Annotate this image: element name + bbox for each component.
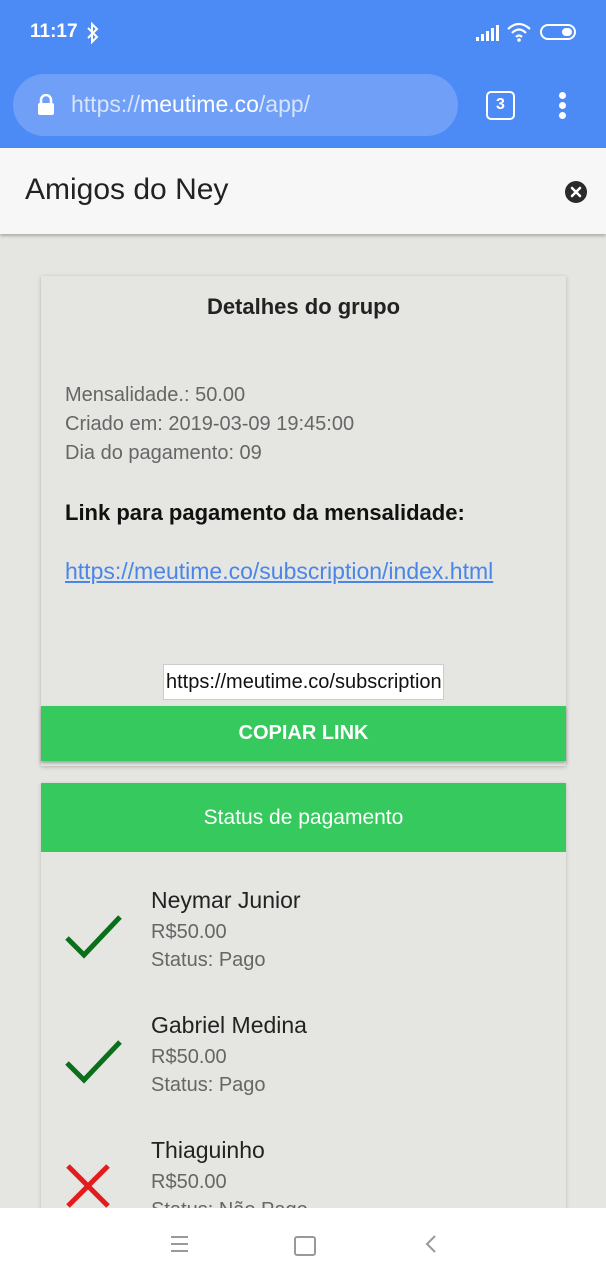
wifi-icon [507, 22, 531, 42]
group-details-card: Detalhes do grupo Mensalidade.: 50.00 Cr… [41, 276, 566, 766]
app-header: Amigos do Ney [0, 148, 606, 234]
bluetooth-icon [87, 22, 99, 44]
copy-link-button[interactable]: COPIAR LINK [41, 706, 566, 761]
status-time: 11:17 [30, 21, 78, 42]
member-name: Gabriel Medina [151, 1012, 307, 1038]
payment-status-header: Status de pagamento [41, 783, 566, 852]
close-icon[interactable] [565, 181, 587, 203]
page-title: Amigos do Ney [25, 173, 229, 206]
back-icon[interactable] [424, 1234, 438, 1254]
list-item: Neymar Junior R$50.00 Status: Pago [41, 887, 566, 997]
member-amount: R$50.00 [151, 1171, 227, 1193]
member-name: Neymar Junior [151, 887, 301, 913]
url-scheme: https:// [71, 91, 141, 117]
list-item: Thiaguinho R$50.00 Status: Não Pago [41, 1137, 566, 1213]
close-glyph [570, 186, 582, 198]
x-icon [66, 1164, 110, 1208]
member-name: Thiaguinho [151, 1137, 265, 1163]
payment-status-card: Status de pagamento Neymar Junior R$50.0… [41, 783, 566, 1213]
tab-switcher-button[interactable]: 3 [486, 91, 515, 120]
address-bar[interactable]: https://meutime.co/app/ [13, 74, 458, 136]
created-at: Criado em: 2019-03-09 19:45:00 [65, 413, 355, 435]
url-path: /app/ [258, 91, 311, 117]
subscription-link[interactable]: https://meutime.co/subscription/index.ht… [65, 558, 538, 585]
list-item: Gabriel Medina R$50.00 Status: Pago [41, 1012, 566, 1122]
battery-icon [540, 24, 576, 40]
group-details-title: Detalhes do grupo [206, 294, 401, 319]
status-bar: 11:17 [0, 0, 606, 66]
member-status: Status: Pago [151, 949, 266, 971]
browser-chrome: 11:17 https://meutime.co/app/ 3 [0, 0, 606, 148]
url-text[interactable]: https://meutime.co/app/ [71, 91, 310, 118]
overflow-menu-icon[interactable] [550, 90, 576, 120]
lock-icon [38, 94, 54, 115]
member-amount: R$50.00 [151, 921, 227, 943]
member-status: Status: Pago [151, 1074, 266, 1096]
monthly-fee: Mensalidade.: 50.00 [65, 384, 246, 406]
home-icon[interactable] [294, 1236, 316, 1256]
check-icon [65, 1040, 122, 1084]
recents-icon[interactable] [171, 1236, 188, 1257]
link-input[interactable] [163, 664, 444, 700]
payment-day: Dia do pagamento: 09 [65, 442, 262, 464]
member-amount: R$50.00 [151, 1046, 227, 1068]
check-icon [65, 915, 122, 959]
system-nav-bar [0, 1208, 606, 1280]
signal-icon [476, 25, 499, 41]
url-host: meutime.co [140, 91, 259, 117]
link-heading: Link para pagamento da mensalidade: [65, 500, 465, 525]
